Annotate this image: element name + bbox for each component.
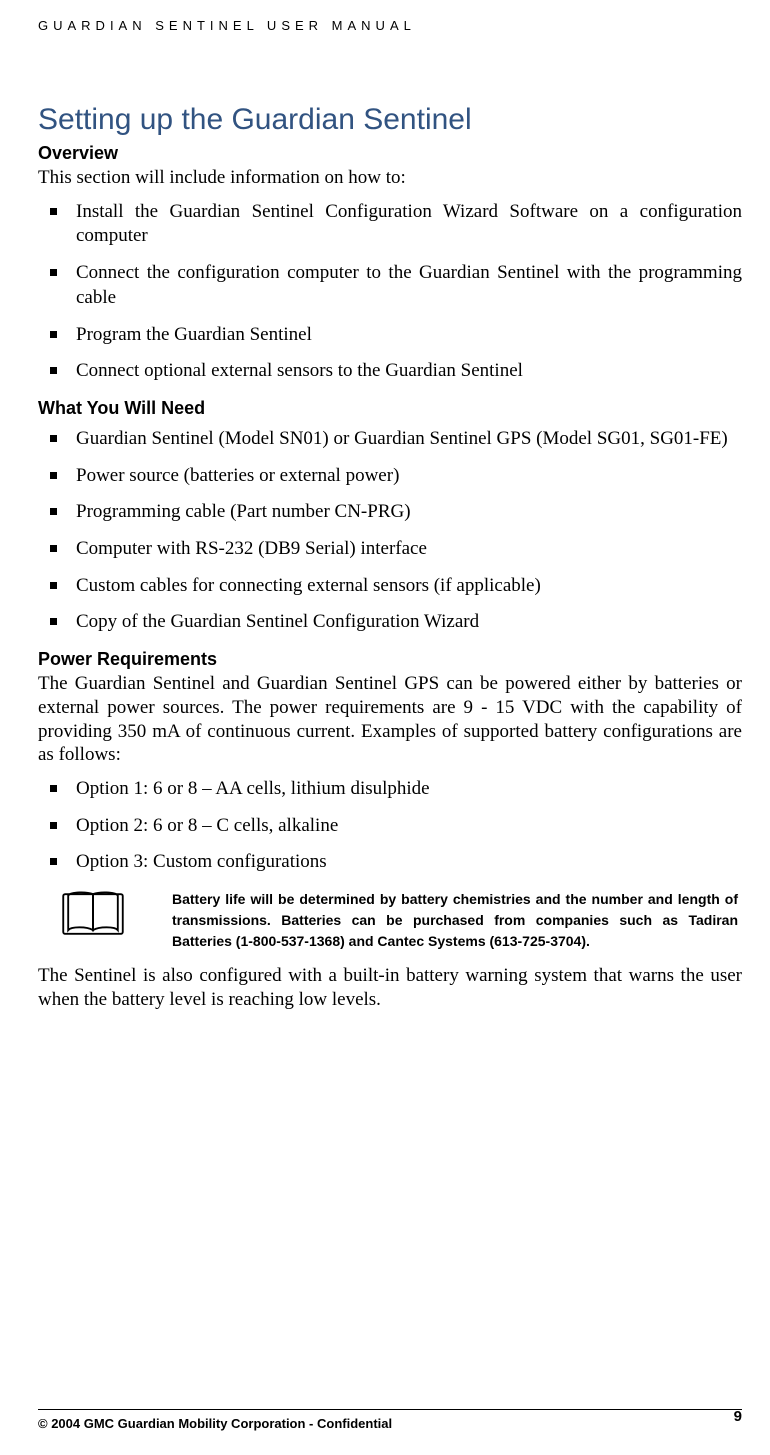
list-item: Copy of the Guardian Sentinel Configurat…	[38, 610, 742, 635]
list-item: Custom cables for connecting external se…	[38, 574, 742, 599]
note-text: Battery life will be determined by batte…	[172, 889, 742, 952]
list-item: Program the Guardian Sentinel	[38, 323, 742, 348]
list-item: Guardian Sentinel (Model SN01) or Guardi…	[38, 427, 742, 452]
list-item: Connect the configuration computer to th…	[38, 261, 742, 310]
list-item: Install the Guardian Sentinel Configurat…	[38, 200, 742, 249]
page-footer: © 2004 GMC Guardian Mobility Corporation…	[38, 1409, 742, 1433]
overview-list: Install the Guardian Sentinel Configurat…	[38, 200, 742, 384]
page-number: 9	[734, 1408, 742, 1425]
list-item: Power source (batteries or external powe…	[38, 464, 742, 489]
list-item: Option 1: 6 or 8 – AA cells, lithium dis…	[38, 777, 742, 802]
list-item: Option 2: 6 or 8 – C cells, alkaline	[38, 814, 742, 839]
power-intro: The Guardian Sentinel and Guardian Senti…	[38, 672, 742, 767]
list-item: Computer with RS-232 (DB9 Serial) interf…	[38, 537, 742, 562]
power-outro: The Sentinel is also configured with a b…	[38, 964, 742, 1012]
note-block: Battery life will be determined by batte…	[38, 889, 742, 952]
need-list: Guardian Sentinel (Model SN01) or Guardi…	[38, 427, 742, 635]
list-item: Option 3: Custom configurations	[38, 850, 742, 875]
overview-intro: This section will include information on…	[38, 166, 742, 190]
power-list: Option 1: 6 or 8 – AA cells, lithium dis…	[38, 777, 742, 875]
heading-overview: Overview	[38, 143, 742, 164]
list-item: Programming cable (Part number CN-PRG)	[38, 500, 742, 525]
running-header: GUARDIAN SENTINEL USER MANUAL	[38, 18, 742, 33]
document-page: GUARDIAN SENTINEL USER MANUAL Setting up…	[0, 0, 770, 1455]
list-item: Connect optional external sensors to the…	[38, 359, 742, 384]
heading-power-requirements: Power Requirements	[38, 649, 742, 670]
book-icon	[38, 889, 172, 944]
page-title: Setting up the Guardian Sentinel	[38, 103, 742, 137]
heading-what-you-need: What You Will Need	[38, 398, 742, 419]
footer-copyright: © 2004 GMC Guardian Mobility Corporation…	[38, 1416, 392, 1431]
